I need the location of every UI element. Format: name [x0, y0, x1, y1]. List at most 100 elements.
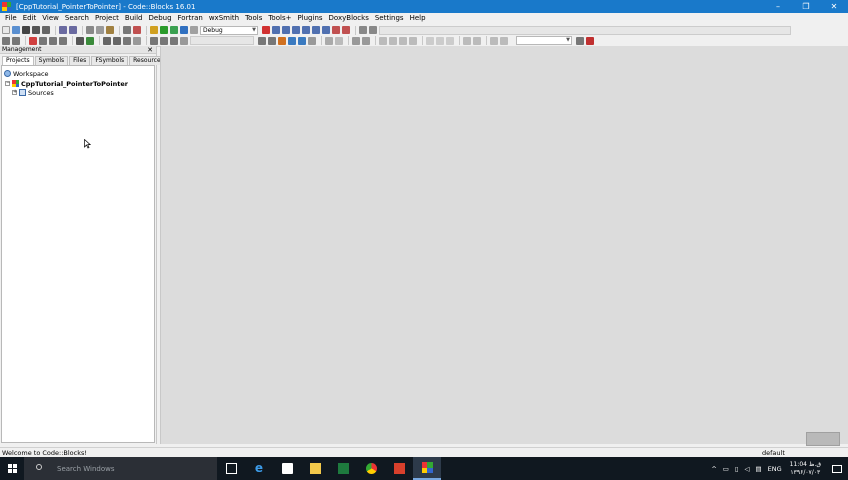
edge-button[interactable]: e: [245, 457, 273, 480]
debug-info-icon[interactable]: [369, 26, 377, 34]
tree-folder-sources[interactable]: + Sources: [12, 88, 54, 97]
wx-icon[interactable]: [362, 36, 370, 45]
menu-view[interactable]: View: [39, 13, 62, 24]
file-explorer-button[interactable]: [301, 457, 329, 480]
menu-debug[interactable]: Debug: [146, 13, 175, 24]
chevron-up-icon[interactable]: ^: [711, 465, 716, 473]
excel-button[interactable]: [329, 457, 357, 480]
build-and-run-icon[interactable]: [170, 26, 178, 34]
tab-fsymbols[interactable]: FSymbols: [91, 56, 129, 65]
maximize-button[interactable]: ❐: [792, 0, 820, 13]
next-instruction-icon[interactable]: [312, 26, 320, 34]
paste-icon[interactable]: [106, 26, 114, 34]
chrome-button[interactable]: [357, 457, 385, 480]
network-icon[interactable]: ▭: [723, 465, 729, 473]
symbol-search-select[interactable]: ▼: [516, 36, 572, 45]
menu-tools[interactable]: Tools: [242, 13, 265, 24]
app-s-button[interactable]: [385, 457, 413, 480]
toggle-comment-icon[interactable]: [123, 36, 131, 45]
start-button[interactable]: [0, 457, 24, 480]
rebuild-icon[interactable]: [180, 26, 188, 34]
redo-icon[interactable]: [69, 26, 77, 34]
goto-next-icon[interactable]: [170, 36, 178, 45]
project-tree[interactable]: Workspace − CppTutorial_PointerToPointer…: [1, 65, 155, 443]
menu-help[interactable]: Help: [407, 13, 429, 24]
close-icon[interactable]: ✕: [147, 46, 153, 54]
next-line-icon[interactable]: [282, 26, 290, 34]
goto-prev-icon[interactable]: [150, 36, 158, 45]
settings-icon[interactable]: [586, 36, 594, 45]
tree-workspace[interactable]: Workspace: [4, 69, 49, 78]
print-icon[interactable]: [42, 26, 50, 34]
copy-icon[interactable]: [96, 26, 104, 34]
bookmark-prev-icon[interactable]: [39, 36, 47, 45]
battery-icon[interactable]: ▯: [735, 465, 739, 473]
nav-forward-icon[interactable]: [12, 36, 20, 45]
menu-search[interactable]: Search: [62, 13, 92, 24]
undo-icon[interactable]: [59, 26, 67, 34]
jump-back-icon[interactable]: [258, 36, 266, 45]
overlay-widget[interactable]: [806, 432, 840, 446]
menu-settings[interactable]: Settings: [372, 13, 407, 24]
open-file-icon[interactable]: [12, 26, 20, 34]
step-out-icon[interactable]: [302, 26, 310, 34]
tab-files[interactable]: Files: [69, 56, 91, 65]
editor-area[interactable]: [160, 46, 848, 444]
store-button[interactable]: [273, 457, 301, 480]
menu-build[interactable]: Build: [122, 13, 146, 24]
jump-forward-icon[interactable]: [268, 36, 276, 45]
step-into-icon[interactable]: [292, 26, 300, 34]
expand-icon[interactable]: +: [12, 90, 17, 95]
highlight-icon[interactable]: [278, 36, 286, 45]
new-file-icon[interactable]: [2, 26, 10, 34]
goto-stop-icon[interactable]: [160, 36, 168, 45]
magnifier-icon[interactable]: [576, 36, 584, 45]
wx-icon[interactable]: [352, 36, 360, 45]
step-instruction-icon[interactable]: [322, 26, 330, 34]
task-view-button[interactable]: [217, 457, 245, 480]
menu-plugins[interactable]: Plugins: [294, 13, 325, 24]
uncomment-icon[interactable]: [113, 36, 121, 45]
cut-icon[interactable]: [86, 26, 94, 34]
stream-comment-icon[interactable]: [133, 36, 141, 45]
build-target-select[interactable]: Debug ▼: [200, 25, 258, 35]
menu-fortran[interactable]: Fortran: [175, 13, 206, 24]
taskbar-search[interactable]: Search Windows: [24, 457, 217, 480]
collapse-icon[interactable]: −: [5, 81, 10, 86]
code-completion-icon[interactable]: [76, 36, 84, 45]
menu-project[interactable]: Project: [92, 13, 122, 24]
close-button[interactable]: ✕: [820, 0, 848, 13]
clock[interactable]: 11:04 ق.ظ ۱۳۹۶/۰۷/۰۳: [790, 461, 821, 477]
save-icon[interactable]: [22, 26, 30, 34]
menu-file[interactable]: File: [2, 13, 20, 24]
bookmark-next-icon[interactable]: [49, 36, 57, 45]
codeblocks-app-icon[interactable]: [2, 2, 11, 11]
menu-edit[interactable]: Edit: [20, 13, 40, 24]
scope-icon[interactable]: [180, 36, 188, 45]
abort-icon[interactable]: [190, 26, 198, 34]
comment-icon[interactable]: [103, 36, 111, 45]
debug-start-icon[interactable]: [262, 26, 270, 34]
nav-back-icon[interactable]: [2, 36, 10, 45]
save-all-icon[interactable]: [32, 26, 40, 34]
run-to-cursor-icon[interactable]: [272, 26, 280, 34]
jump-icon[interactable]: [86, 36, 94, 45]
match-case-icon[interactable]: [308, 36, 316, 45]
language-indicator[interactable]: ENG: [768, 465, 782, 473]
tab-symbols[interactable]: Symbols: [34, 56, 69, 65]
notification-icon[interactable]: [832, 464, 842, 473]
bookmark-clear-icon[interactable]: [59, 36, 67, 45]
stop-icon[interactable]: [342, 26, 350, 34]
menu-tools-plus[interactable]: Tools+: [265, 13, 294, 24]
tree-project[interactable]: − CppTutorial_PointerToPointer: [5, 79, 128, 88]
pause-icon[interactable]: [332, 26, 340, 34]
build-gear-icon[interactable]: [150, 26, 158, 34]
debug-windows-icon[interactable]: [359, 26, 367, 34]
tab-projects[interactable]: Projects: [2, 56, 34, 65]
spell-check-icon[interactable]: [298, 36, 306, 45]
menu-doxyblocks[interactable]: DoxyBlocks: [326, 13, 372, 24]
codeblocks-taskbar-button[interactable]: [413, 457, 441, 480]
find-icon[interactable]: [123, 26, 131, 34]
volume-icon[interactable]: ◁: [745, 465, 750, 473]
menu-wxsmith[interactable]: wxSmith: [206, 13, 242, 24]
